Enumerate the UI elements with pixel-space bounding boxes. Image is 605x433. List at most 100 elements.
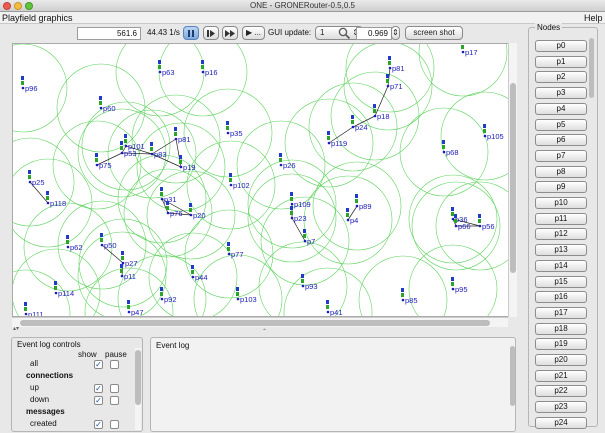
node-button-p7[interactable]: p7 — [535, 149, 587, 162]
show-checkbox[interactable]: ✓ — [94, 396, 103, 405]
controls-scrollbar[interactable] — [135, 348, 141, 430]
node-button-p24[interactable]: p24 — [535, 416, 587, 429]
pause-checkbox[interactable] — [110, 384, 119, 393]
play-until-button[interactable]: ▶ ... — [242, 26, 265, 40]
node-p119[interactable]: p119 — [327, 131, 347, 148]
node-p44[interactable]: p44 — [191, 265, 208, 282]
node-button-p10[interactable]: p10 — [535, 197, 587, 209]
node-button-p6[interactable]: p6 — [535, 134, 587, 147]
node-p93[interactable]: p93 — [301, 274, 318, 291]
node-p96[interactable]: p96 — [21, 76, 38, 93]
node-p77[interactable]: p77 — [227, 242, 244, 259]
collapse-arrows-icon[interactable]: ▴▾ — [13, 325, 19, 332]
scroll-thumb[interactable] — [510, 346, 515, 406]
event-log-scrollbar[interactable] — [509, 344, 515, 430]
magnifier-icon — [338, 27, 351, 40]
node-button-p13[interactable]: p13 — [535, 244, 587, 257]
node-p81[interactable]: p81 — [388, 56, 405, 73]
node-dot — [160, 297, 164, 301]
zoom-window-button[interactable] — [25, 2, 33, 10]
node-label: p77 — [231, 250, 244, 259]
node-p95[interactable]: p95 — [451, 277, 468, 294]
menu-playfield-graphics[interactable]: Playfield graphics — [2, 12, 73, 24]
node-p18[interactable]: p18 — [373, 104, 390, 121]
node-button-p20[interactable]: p20 — [535, 354, 587, 366]
zoom-stepper[interactable]: ⇕ — [391, 26, 400, 40]
node-p17[interactable]: p17 — [461, 44, 478, 57]
node-dot — [28, 180, 32, 184]
screenshot-button[interactable]: screen shot — [405, 26, 463, 40]
node-p56[interactable]: p56 — [478, 214, 495, 231]
node-p92[interactable]: p92 — [160, 287, 177, 304]
pause-checkbox[interactable] — [110, 360, 119, 369]
node-button-p2[interactable]: p2 — [535, 71, 587, 84]
node-button-p22[interactable]: p22 — [535, 385, 587, 398]
node-p111[interactable]: p111 — [24, 302, 44, 317]
node-p103[interactable]: p103 — [236, 287, 257, 304]
node-p25[interactable]: p25 — [28, 170, 45, 187]
node-button-p17[interactable]: p17 — [535, 306, 587, 319]
node-p105[interactable]: p105 — [483, 124, 504, 141]
pause-button[interactable] — [183, 26, 199, 40]
fast-forward-button[interactable] — [222, 26, 238, 40]
split-pane-divider[interactable]: ⌃ ▴▾ — [12, 326, 517, 337]
node-button-p19[interactable]: p19 — [535, 338, 587, 351]
scroll-thumb[interactable] — [20, 320, 490, 326]
show-checkbox[interactable]: ✓ — [94, 384, 103, 393]
node-button-p9[interactable]: p9 — [535, 181, 587, 194]
playfield-horizontal-scrollbar[interactable] — [12, 317, 508, 327]
node-button-p18[interactable]: p18 — [535, 322, 587, 335]
playfield-svg[interactable]: p63 p16p96p60p101p81p35p75p53 p83p19p25p26… — [13, 44, 517, 317]
node-button-p4[interactable]: p4 — [535, 102, 587, 115]
node-p109[interactable]: p109 — [290, 192, 311, 209]
node-p26[interactable]: p26 — [279, 153, 296, 170]
node-button-p12[interactable]: p12 — [535, 228, 587, 241]
node-button-p14[interactable]: p14 — [535, 259, 587, 272]
node-p4[interactable]: p4 — [346, 208, 358, 225]
node-p83[interactable]: p83 — [150, 142, 167, 159]
node-p35[interactable]: p35 — [226, 121, 243, 138]
node-p19[interactable]: p19 — [179, 155, 196, 172]
node-button-p21[interactable]: p21 — [535, 369, 587, 382]
node-p47[interactable]: p47 — [127, 300, 144, 317]
node-button-p8[interactable]: p8 — [535, 165, 587, 178]
node-button-p1[interactable]: p1 — [535, 55, 587, 68]
node-p41[interactable]: p41 — [326, 300, 343, 317]
zoom-field[interactable]: 0.969 — [356, 27, 392, 40]
node-p16[interactable]: p16 — [201, 60, 218, 77]
node-p75[interactable]: p75 — [95, 153, 112, 170]
node-p68[interactable]: p68 — [442, 140, 459, 157]
node-button-p23[interactable]: p23 — [535, 401, 587, 414]
node-p7[interactable]: p7 — [303, 229, 315, 246]
node-button-p11[interactable]: p11 — [535, 212, 587, 225]
node-p89[interactable]: p89 — [355, 194, 372, 211]
node-p60[interactable]: p60 — [99, 96, 116, 113]
step-button[interactable] — [203, 26, 219, 40]
node-p63[interactable]: p63 — [158, 60, 175, 77]
show-checkbox[interactable]: ✓ — [94, 420, 103, 429]
node-p50[interactable]: p50 — [100, 233, 117, 250]
node-p118[interactable]: p118 — [46, 191, 66, 208]
minimize-window-button[interactable] — [14, 2, 22, 10]
node-p27[interactable]: p27 — [121, 251, 138, 268]
node-p114[interactable]: p114 — [54, 281, 74, 298]
playfield-vertical-scrollbar[interactable] — [508, 43, 517, 317]
scroll-thumb[interactable] — [135, 350, 141, 405]
menu-help[interactable]: Help — [584, 12, 603, 24]
playfield-canvas[interactable]: p63 p16 p96 p60 p101 p81 p35 p75 p53 p83 p19 p25 p26… — [12, 43, 517, 317]
show-checkbox[interactable]: ✓ — [94, 360, 103, 369]
node-button-p3[interactable]: p3 — [535, 87, 587, 100]
pause-checkbox[interactable] — [110, 420, 119, 429]
scroll-thumb[interactable] — [589, 38, 594, 98]
pause-checkbox[interactable] — [110, 396, 119, 405]
node-button-p15[interactable]: p15 — [535, 275, 587, 288]
scroll-thumb[interactable] — [510, 83, 516, 273]
node-button-p16[interactable]: p16 — [535, 291, 587, 304]
node-button-p5[interactable]: p5 — [535, 118, 587, 131]
buffer-block — [227, 247, 230, 251]
node-p62[interactable]: p62 — [66, 235, 83, 252]
nodes-scrollbar[interactable] — [588, 34, 595, 424]
node-button-p0[interactable]: p0 — [535, 40, 587, 52]
node-p20[interactable]: p20 — [189, 203, 206, 220]
close-window-button[interactable] — [3, 2, 11, 10]
